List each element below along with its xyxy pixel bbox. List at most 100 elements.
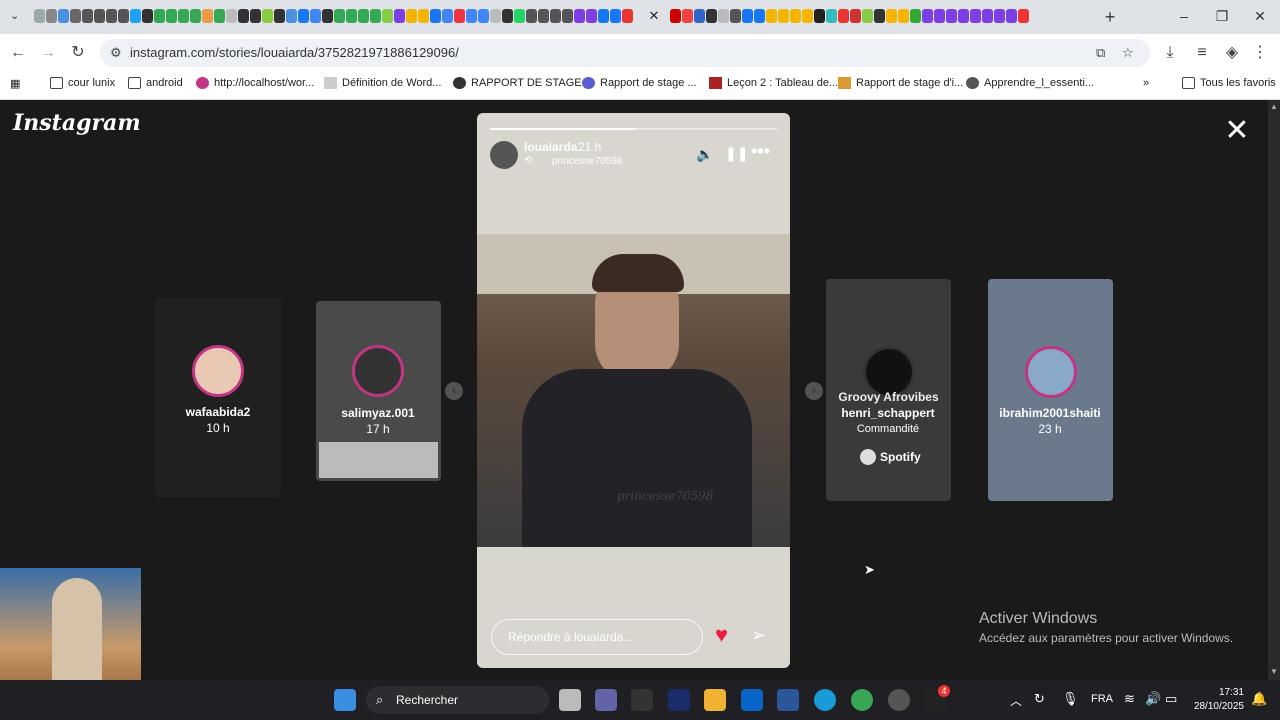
edge-icon[interactable]: [814, 689, 836, 711]
address-bar[interactable]: ⚙ instagram.com/stories/louaiarda/375282…: [100, 39, 1150, 67]
reload-button[interactable]: ↻: [68, 43, 88, 63]
story-preview-ibrahim2001shaiti[interactable]: ibrahim2001shaiti 23 h: [988, 279, 1113, 501]
shared-from-link[interactable]: princesse70598: [552, 156, 623, 167]
bookmark-label: Rapport de stage ...: [600, 77, 697, 89]
pinned-tabs[interactable]: [34, 9, 633, 25]
minimize-button[interactable]: –: [1172, 6, 1196, 26]
pause-icon[interactable]: ❚❚: [725, 145, 748, 162]
other-tabs[interactable]: [670, 9, 1029, 25]
close-icon[interactable]: ✕: [1224, 116, 1250, 146]
tray-chevron-icon[interactable]: ︿: [1010, 692, 1022, 709]
all-favorites-label: Tous les favoris: [1200, 77, 1276, 89]
story-progress-2: [635, 128, 777, 130]
avatar[interactable]: [490, 141, 518, 169]
send-icon[interactable]: ➢: [751, 625, 766, 646]
bookmark-localhost[interactable]: http://localhost/wor...: [196, 77, 314, 89]
bookmark-rapport-stage-3[interactable]: Rapport de stage d'i...: [838, 77, 963, 89]
person-hair: [592, 254, 684, 292]
site-info-icon[interactable]: ⚙: [110, 45, 122, 61]
activate-subtitle: Accédez aux paramètres pour activer Wind…: [979, 631, 1234, 645]
story-time: 23 h: [1038, 422, 1062, 436]
repost-icon: ⟲: [524, 155, 533, 166]
close-window-button[interactable]: ✕: [1248, 6, 1272, 26]
notification-badge: 4: [938, 685, 950, 697]
floating-video-thumbnail[interactable]: [0, 568, 141, 680]
taskbar-search[interactable]: ⌕ Rechercher: [366, 686, 549, 714]
site-icon: [196, 77, 209, 89]
story-watermark: princesse70598: [617, 489, 714, 503]
new-tab-button[interactable]: +: [1101, 8, 1119, 26]
person-figure: [52, 578, 102, 680]
url-text[interactable]: instagram.com/stories/louaiarda/37528219…: [130, 45, 459, 60]
start-button[interactable]: [334, 689, 356, 711]
restore-button[interactable]: ❐: [1210, 6, 1234, 26]
bookmark-rapport-stage[interactable]: RAPPORT DE STAGE...: [453, 77, 591, 89]
more-bookmarks-icon[interactable]: »: [1143, 77, 1149, 89]
text-app-icon[interactable]: [631, 689, 653, 711]
bookmark-definition-word[interactable]: Définition de Word...: [324, 77, 441, 89]
scroll-down-icon[interactable]: ▼: [1270, 667, 1278, 676]
forward-button[interactable]: →: [38, 43, 58, 63]
current-story[interactable]: louaiarda 21 h ⟲ princesse70598 🔈 ❚❚ •••…: [477, 113, 790, 668]
clock[interactable]: 17:31 28/10/2025: [1190, 686, 1244, 714]
install-app-icon[interactable]: ⧉: [1096, 45, 1105, 61]
folder-icon: [128, 77, 141, 89]
bookmark-cour-lunix[interactable]: cour lunix: [50, 77, 115, 89]
word-icon[interactable]: [777, 689, 799, 711]
tab-search-icon[interactable]: ⌄: [10, 9, 24, 23]
extension-icon[interactable]: ◈: [1222, 43, 1242, 63]
downloads-icon[interactable]: ⤓: [1160, 43, 1180, 63]
volume-icon[interactable]: 🔊: [1145, 691, 1161, 707]
story-time: 10 h: [206, 421, 230, 435]
folder-icon: [50, 77, 63, 89]
chrome-icon[interactable]: [851, 689, 873, 711]
bookmark-label: Définition de Word...: [342, 77, 442, 89]
site-icon: [966, 77, 979, 89]
bookmark-lecon-2[interactable]: Leçon 2 : Tableau de...: [709, 77, 838, 89]
teams-icon[interactable]: [595, 689, 617, 711]
file-explorer-icon[interactable]: [704, 689, 726, 711]
scroll-up-icon[interactable]: ▲: [1270, 102, 1278, 111]
site-icon: [582, 77, 595, 89]
task-view-icon[interactable]: [559, 689, 581, 711]
page-scrollbar[interactable]: ▲ ▼: [1268, 100, 1280, 680]
photoshop-icon[interactable]: [668, 689, 690, 711]
story-time: 17 h: [366, 422, 390, 436]
notifications-icon[interactable]: 🔔: [1251, 691, 1267, 707]
bookmark-android[interactable]: android: [128, 77, 183, 89]
time: 17:31: [1218, 687, 1244, 698]
back-button[interactable]: ←: [8, 43, 28, 63]
menu-icon[interactable]: ⋮: [1250, 43, 1270, 63]
site-icon: [838, 77, 851, 89]
story-preview-henri-schappert[interactable]: Groovy Afrovibes henri_schappert Command…: [826, 279, 951, 501]
apps-icon[interactable]: ▦: [10, 77, 20, 90]
battery-icon[interactable]: ▭: [1165, 691, 1177, 707]
story-username[interactable]: louaiarda: [524, 140, 577, 154]
wifi-icon[interactable]: ≋: [1124, 691, 1135, 707]
more-options-icon[interactable]: •••: [751, 141, 770, 162]
like-heart-icon[interactable]: ♥: [715, 622, 728, 648]
avatar: [192, 345, 244, 397]
page-icon: [324, 77, 337, 89]
mute-icon[interactable]: 🔈: [696, 146, 713, 163]
media-control-icon[interactable]: ≡: [1192, 43, 1212, 63]
bookmark-apprendre[interactable]: Apprendre_l_essenti...: [966, 77, 1094, 89]
outlook-icon[interactable]: [741, 689, 763, 711]
next-story-button[interactable]: ›: [805, 382, 823, 400]
story-caption-box: [319, 442, 438, 478]
story-preview-salimyaz[interactable]: salimyaz.001 17 h: [316, 301, 441, 481]
previous-story-button[interactable]: ‹: [445, 382, 463, 400]
reply-input[interactable]: Répondre à louaiarda...: [491, 619, 703, 655]
sync-icon[interactable]: ↻: [1034, 691, 1045, 707]
microphone-icon[interactable]: 🎙: [1062, 691, 1079, 707]
bookmark-rapport-stage-2[interactable]: Rapport de stage ...: [582, 77, 697, 89]
close-tab-icon[interactable]: ✕: [646, 8, 662, 24]
instagram-logo[interactable]: Instagram: [13, 110, 141, 136]
instagram-story-viewer: Instagram ✕ wafaabida2 10 h salimyaz.001…: [0, 100, 1268, 680]
snipping-tool-icon[interactable]: [888, 689, 910, 711]
bookmark-label: Rapport de stage d'i...: [856, 77, 964, 89]
all-favorites-folder[interactable]: Tous les favoris: [1182, 77, 1276, 89]
story-preview-wafaabida2[interactable]: wafaabida2 10 h: [155, 298, 281, 498]
language-indicator[interactable]: FRA: [1091, 693, 1113, 705]
bookmark-star-icon[interactable]: ☆: [1122, 45, 1134, 61]
